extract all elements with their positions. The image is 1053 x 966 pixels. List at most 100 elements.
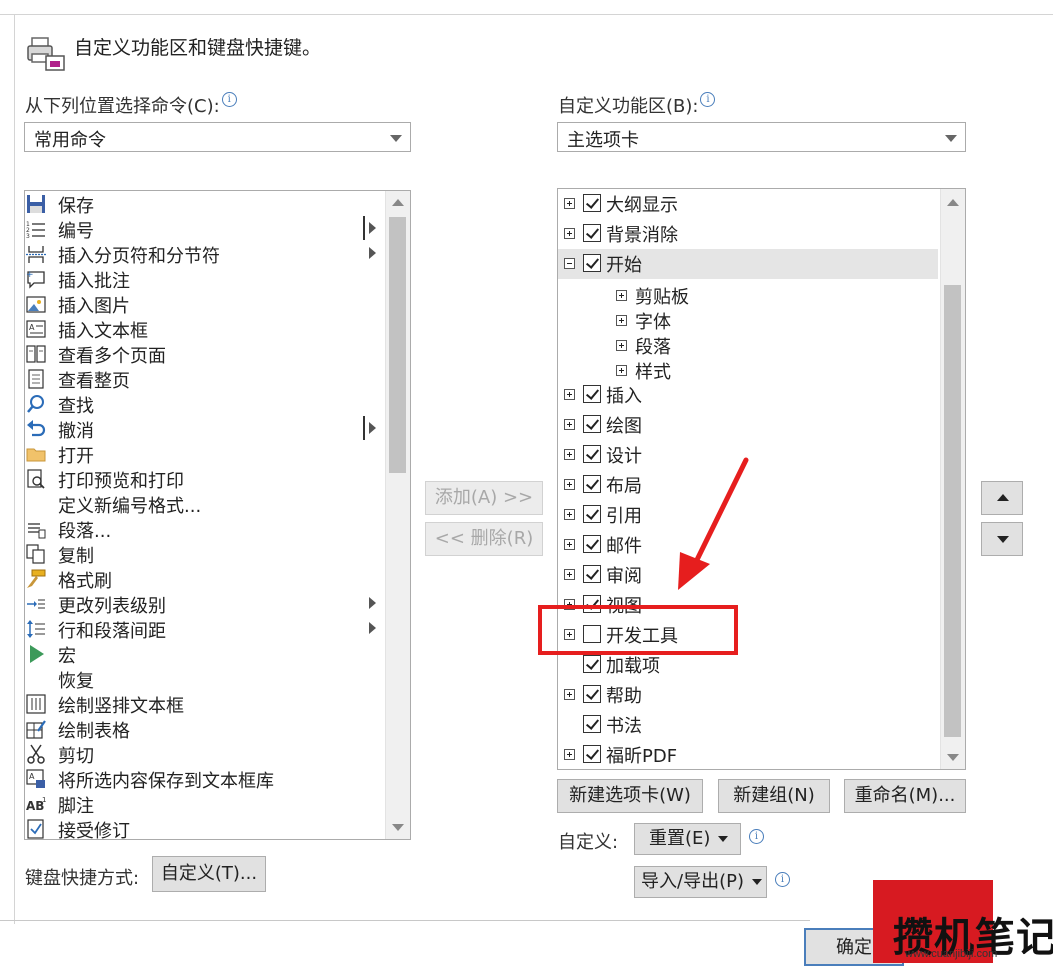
tab-checkbox[interactable] (583, 535, 601, 553)
command-item[interactable]: 打印预览和打印 (25, 466, 385, 492)
tab-checkbox[interactable] (583, 505, 601, 523)
scroll-up-icon[interactable] (941, 191, 964, 215)
command-item[interactable]: 打开 (25, 441, 385, 467)
command-item[interactable]: 宏 (25, 641, 385, 667)
command-item[interactable]: 查看整页 (25, 366, 385, 392)
expand-icon[interactable] (616, 365, 627, 376)
add-button[interactable]: 添加(A) >> (425, 481, 543, 515)
command-item[interactable]: A 将所选内容保存到文本框库 (25, 766, 385, 792)
command-item[interactable]: 撤消 (25, 416, 385, 442)
expand-icon[interactable] (564, 389, 575, 400)
reset-label: 重置(E) (649, 828, 711, 849)
tab-checkbox[interactable] (583, 254, 601, 272)
page-break-icon (26, 246, 46, 263)
command-item[interactable]: 定义新编号格式... (25, 491, 385, 517)
expand-icon[interactable] (564, 749, 575, 760)
command-item[interactable]: + 插入批注 (25, 266, 385, 292)
command-item[interactable]: 绘制竖排文本框 (25, 691, 385, 717)
ribbon-tab-item[interactable]: 背景消除 (558, 219, 938, 249)
tree-item-label: 段落 (635, 337, 671, 358)
command-item-label: 恢复 (58, 671, 94, 692)
commands-list[interactable]: 接受修订 AB1 脚注 A 将所选内容保存到文本框库剪切 绘制表格 绘制竖排文本框恢复 宏 行和… (24, 190, 411, 840)
ribbon-group-item[interactable]: 剪贴板 (558, 281, 938, 311)
command-item[interactable]: AB1 脚注 (25, 791, 385, 817)
command-item[interactable]: 行和段落间距 (25, 616, 385, 642)
ribbon-tab-item[interactable]: 帮助 (558, 680, 938, 710)
command-item[interactable]: 查看多个页面 (25, 341, 385, 367)
tree-scrollbar[interactable] (940, 189, 965, 769)
expand-icon[interactable] (564, 689, 575, 700)
command-item[interactable]: 插入图片 (25, 291, 385, 317)
expand-icon[interactable] (564, 228, 575, 239)
command-item-label: 行和段落间距 (58, 621, 166, 642)
tree-item-label: 设计 (606, 446, 642, 467)
ribbon-tab-item[interactable]: 大纲显示 (558, 189, 938, 219)
command-item[interactable]: 更改列表级别 (25, 591, 385, 617)
expand-icon[interactable] (564, 449, 575, 460)
command-item[interactable]: 剪切 (25, 741, 385, 767)
command-item[interactable]: 查找 (25, 391, 385, 417)
move-up-button[interactable] (981, 481, 1023, 515)
expand-icon[interactable] (564, 419, 575, 430)
collapse-icon[interactable] (564, 258, 575, 269)
tab-checkbox[interactable] (583, 415, 601, 433)
new-tab-button[interactable]: 新建选项卡(W) (557, 779, 703, 813)
tree-item-label: 福昕PDF (606, 746, 678, 767)
expand-icon[interactable] (616, 340, 627, 351)
tab-checkbox[interactable] (583, 685, 601, 703)
reset-split-button[interactable]: 重置(E) (634, 823, 741, 855)
new-group-button[interactable]: 新建组(N) (718, 779, 830, 813)
command-item[interactable]: 接受修订 (25, 816, 385, 839)
expand-icon[interactable] (564, 479, 575, 490)
choose-commands-dropdown[interactable]: 常用命令 (24, 122, 411, 152)
import-export-split-button[interactable]: 导入/导出(P) (634, 866, 767, 898)
scroll-up-icon[interactable] (386, 191, 409, 215)
expand-icon[interactable] (564, 509, 575, 520)
customize-ribbon-dropdown[interactable]: 主选项卡 (557, 122, 966, 152)
command-item[interactable]: 绘制表格 (25, 716, 385, 742)
tree-item-label: 背景消除 (606, 225, 678, 246)
scroll-down-icon[interactable] (941, 745, 964, 769)
expand-icon[interactable] (616, 290, 627, 301)
tab-checkbox[interactable] (583, 565, 601, 583)
info-icon: i (700, 92, 716, 107)
expand-icon[interactable] (616, 315, 627, 326)
ribbon-tab-item[interactable]: 开始 (558, 249, 938, 279)
rename-button[interactable]: 重命名(M)... (844, 779, 966, 813)
keyboard-shortcuts-label: 键盘快捷方式: (25, 868, 140, 889)
scroll-down-icon[interactable] (386, 815, 409, 839)
ribbon-tabs-tree[interactable]: 福昕PDF 书法 帮助 加载项 开发工具 视图 审阅 邮件 引用 布局 设计 绘图 插入 样式 段落 字体 剪贴… (557, 188, 966, 770)
dialog-frame-top (0, 14, 1053, 15)
scroll-thumb[interactable] (389, 217, 406, 473)
remove-button[interactable]: << 删除(R) (425, 522, 543, 556)
expand-icon[interactable] (564, 539, 575, 550)
ribbon-tab-item[interactable]: 福昕PDF (558, 740, 938, 769)
tab-checkbox[interactable] (583, 445, 601, 463)
tab-checkbox[interactable] (583, 655, 601, 673)
tab-checkbox[interactable] (583, 715, 601, 733)
command-item[interactable]: 段落... (25, 516, 385, 542)
tree-item-label: 邮件 (606, 536, 642, 557)
command-item[interactable]: 复制 (25, 541, 385, 567)
tab-checkbox[interactable] (583, 745, 601, 763)
svg-text:A: A (29, 772, 35, 781)
tab-checkbox[interactable] (583, 475, 601, 493)
tab-checkbox[interactable] (583, 224, 601, 242)
command-item[interactable]: 恢复 (25, 666, 385, 692)
ribbon-tab-item[interactable]: 书法 (558, 710, 938, 740)
command-item[interactable]: 插入分页符和分节符 (25, 241, 385, 267)
command-item[interactable]: 保存 (25, 191, 385, 217)
move-down-button[interactable] (981, 522, 1023, 556)
scroll-thumb[interactable] (944, 285, 961, 737)
keyboard-customize-button[interactable]: 自定义(T)... (152, 856, 266, 892)
ribbon-tab-item[interactable]: 绘图 (558, 410, 938, 440)
tab-checkbox[interactable] (583, 385, 601, 403)
commands-scrollbar[interactable] (385, 191, 410, 839)
expand-icon[interactable] (564, 569, 575, 580)
command-item[interactable]: 1 2 3 编号 (25, 216, 385, 242)
tree-item-label: 开始 (606, 255, 642, 276)
command-item[interactable]: A 插入文本框 (25, 316, 385, 342)
expand-icon[interactable] (564, 198, 575, 209)
tab-checkbox[interactable] (583, 194, 601, 212)
command-item[interactable]: 格式刷 (25, 566, 385, 592)
